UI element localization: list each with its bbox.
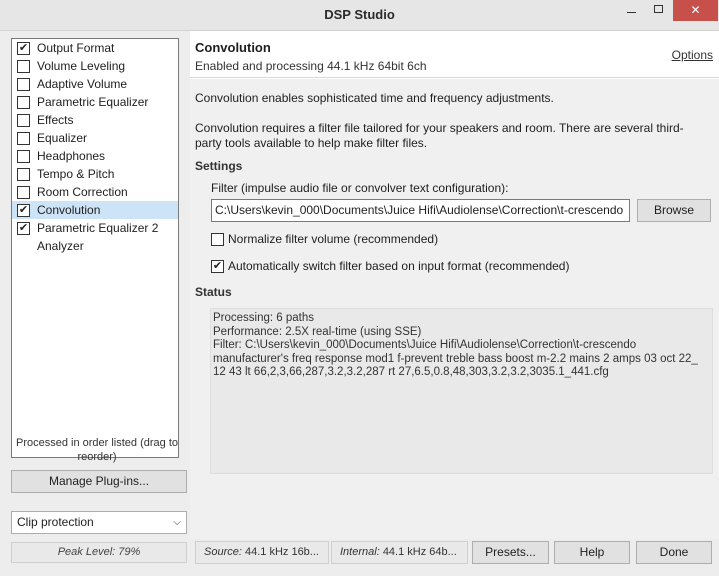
plugin-enable-checkbox[interactable] bbox=[17, 78, 30, 91]
plugin-item-label: Effects bbox=[37, 113, 74, 127]
plugin-item-label: Room Correction bbox=[37, 185, 128, 199]
plugin-list[interactable]: ✔ Output Format Volume Leveling Adaptive Vo… bbox=[11, 38, 179, 458]
manage-plugins-button[interactable]: Manage Plug-ins... bbox=[11, 470, 187, 493]
plugin-item[interactable]: ✔ Convolution bbox=[12, 201, 178, 219]
autoswitch-checkbox[interactable]: ✔ bbox=[211, 260, 224, 273]
minimize-icon bbox=[627, 12, 636, 14]
presets-button[interactable]: Presets... bbox=[472, 541, 549, 564]
main-panel: Convolution Enabled and processing 44.1 … bbox=[190, 31, 719, 539]
plugin-item[interactable]: Equalizer bbox=[12, 129, 178, 147]
maximize-button[interactable] bbox=[645, 0, 672, 21]
requirements-text: Convolution requires a filter file tailo… bbox=[195, 121, 684, 150]
plugin-item[interactable]: Headphones bbox=[12, 147, 178, 165]
status-heading: Status bbox=[195, 285, 232, 299]
status-line: 12 43 lt 66,2,3,66,287,3.2,3.2,287 rt 27… bbox=[213, 366, 609, 378]
plugin-item[interactable]: Adaptive Volume bbox=[12, 75, 178, 93]
settings-heading: Settings bbox=[195, 159, 243, 173]
source-key: Source: bbox=[204, 546, 242, 558]
plugin-item-label: Adaptive Volume bbox=[37, 77, 128, 91]
window-title: DSP Studio bbox=[324, 7, 395, 22]
plugin-enable-checkbox[interactable] bbox=[17, 132, 30, 145]
plugin-item[interactable]: Parametric Equalizer bbox=[12, 93, 178, 111]
status-line: manufacturer's freq response mod1 f-prev… bbox=[213, 352, 698, 365]
description-text: Convolution enables sophisticated time a… bbox=[195, 91, 554, 105]
help-button[interactable]: Help bbox=[554, 541, 630, 564]
title-bar: DSP Studio ✕ bbox=[0, 0, 719, 31]
plugin-enable-checkbox[interactable]: ✔ bbox=[17, 204, 30, 217]
plugin-item-label: Parametric Equalizer 2 bbox=[37, 221, 159, 235]
minimize-button[interactable] bbox=[618, 0, 645, 21]
plugin-item[interactable]: Effects bbox=[12, 111, 178, 129]
status-line: Performance: 2.5X real-time (using SSE) bbox=[213, 325, 422, 338]
autoswitch-label: Automatically switch filter based on inp… bbox=[228, 259, 570, 273]
plugin-enable-checkbox[interactable] bbox=[17, 150, 30, 163]
status-line: Filter: C:\Users\kevin_000\Documents\Jui… bbox=[213, 339, 637, 351]
plugin-enable-checkbox[interactable] bbox=[17, 60, 30, 73]
plugin-enable-checkbox[interactable]: ✔ bbox=[17, 42, 30, 55]
plugin-enable-checkbox[interactable] bbox=[17, 96, 30, 109]
source-value: 44.1 kHz 16b... bbox=[244, 546, 319, 558]
browse-button[interactable]: Browse bbox=[637, 199, 711, 222]
peak-level-readout: Peak Level: 79% bbox=[11, 542, 187, 563]
plugin-status-subtitle: Enabled and processing 44.1 kHz 64bit 6c… bbox=[195, 59, 427, 73]
internal-format-readout: Internal: 44.1 kHz 64b... bbox=[331, 541, 468, 564]
status-box: Processing: 6 paths Performance: 2.5X re… bbox=[210, 308, 713, 474]
normalize-label: Normalize filter volume (recommended) bbox=[228, 232, 439, 246]
chevron-down-icon: ⌵ bbox=[173, 517, 181, 528]
plugin-item-label: Parametric Equalizer bbox=[37, 95, 149, 109]
close-icon: ✕ bbox=[690, 3, 701, 17]
plugin-item-label: Tempo & Pitch bbox=[37, 167, 115, 181]
filter-path-input[interactable]: C:\Users\kevin_000\Documents\Juice Hifi\… bbox=[211, 199, 630, 222]
plugin-header: Convolution Enabled and processing 44.1 … bbox=[190, 31, 719, 78]
plugin-item-label: Output Format bbox=[37, 41, 115, 55]
plugin-enable-checkbox[interactable]: ✔ bbox=[17, 222, 30, 235]
done-button[interactable]: Done bbox=[636, 541, 712, 564]
plugin-item-label: Volume Leveling bbox=[37, 59, 126, 73]
plugin-body: Convolution enables sophisticated time a… bbox=[190, 79, 719, 539]
normalize-checkbox[interactable] bbox=[211, 233, 224, 246]
plugin-enable-checkbox[interactable] bbox=[17, 186, 30, 199]
plugin-enable-checkbox[interactable] bbox=[17, 114, 30, 127]
options-link[interactable]: Options bbox=[672, 48, 713, 62]
internal-key: Internal: bbox=[340, 546, 380, 558]
order-note: Processed in order listed (drag to reord… bbox=[15, 437, 179, 463]
plugin-item-label: Convolution bbox=[37, 203, 101, 217]
plugin-item[interactable]: Tempo & Pitch bbox=[12, 165, 178, 183]
clip-protection-value: Clip protection bbox=[17, 515, 94, 529]
plugin-item[interactable]: Room Correction bbox=[12, 183, 178, 201]
plugin-item-label: Analyzer bbox=[37, 239, 84, 253]
status-line: Processing: 6 paths bbox=[213, 312, 315, 324]
close-button[interactable]: ✕ bbox=[673, 0, 718, 21]
left-pane: ✔ Output Format Volume Leveling Adaptive Vo… bbox=[0, 31, 190, 576]
page-title: Convolution bbox=[195, 40, 271, 55]
footer-bar: Source: 44.1 kHz 16b... Internal: 44.1 k… bbox=[190, 539, 719, 576]
plugin-enable-checkbox[interactable] bbox=[17, 168, 30, 181]
source-format-readout: Source: 44.1 kHz 16b... bbox=[195, 541, 329, 564]
clip-protection-select[interactable]: Clip protection ⌵ bbox=[11, 511, 187, 534]
plugin-item-label: Headphones bbox=[37, 149, 106, 163]
plugin-item[interactable]: Analyzer bbox=[12, 237, 178, 255]
plugin-item-label: Equalizer bbox=[37, 131, 88, 145]
filter-label: Filter (impulse audio file or convolver … bbox=[211, 181, 509, 195]
plugin-item[interactable]: ✔ Output Format bbox=[12, 39, 178, 57]
plugin-item[interactable]: Volume Leveling bbox=[12, 57, 178, 75]
maximize-icon bbox=[654, 5, 663, 14]
plugin-item[interactable]: ✔ Parametric Equalizer 2 bbox=[12, 219, 178, 237]
internal-value: 44.1 kHz 64b... bbox=[382, 546, 457, 558]
